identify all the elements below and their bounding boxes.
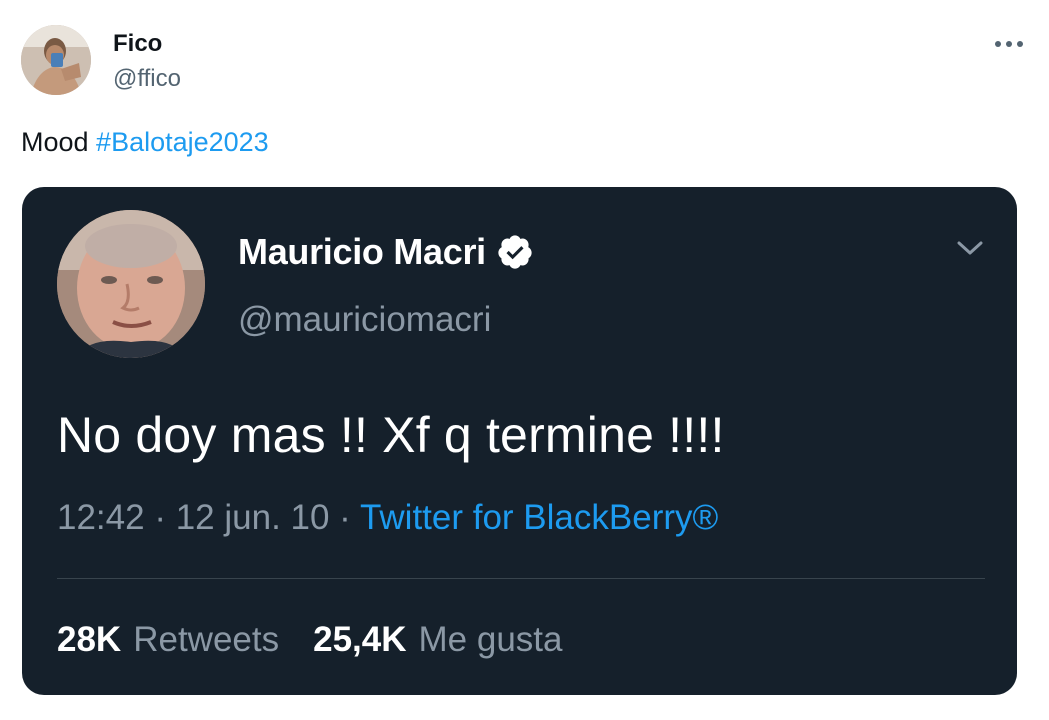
more-options-button[interactable] <box>991 32 1027 56</box>
quoted-author-handle[interactable]: @mauriciomacri <box>238 299 491 341</box>
likes-stat[interactable]: 25,4K Me gusta <box>313 619 562 661</box>
tweet-text: Mood #Balotaje2023 <box>21 126 269 158</box>
quoted-tweet-meta: 12:42 · 12 jun. 10 · Twitter for BlackBe… <box>57 497 718 539</box>
hashtag-link[interactable]: #Balotaje2023 <box>96 127 269 157</box>
likes-count: 25,4K <box>313 620 407 659</box>
author-name[interactable]: Fico <box>113 30 162 58</box>
meta-separator: · <box>144 498 176 537</box>
more-horizontal-icon <box>995 41 1023 47</box>
quoted-tweet-stats: 28K Retweets 25,4K Me gusta <box>57 619 563 661</box>
verified-badge-icon <box>498 235 532 269</box>
tweet-date[interactable]: 12 jun. 10 <box>176 498 330 537</box>
likes-label: Me gusta <box>418 620 563 659</box>
tweet-text-content: Mood <box>21 127 97 157</box>
person-photo-avatar-icon <box>57 210 205 358</box>
author-handle[interactable]: @ffico <box>113 65 181 93</box>
quoted-author-name-row: Mauricio Macri <box>238 231 534 273</box>
quoted-author-name[interactable]: Mauricio Macri <box>238 231 486 273</box>
retweets-count: 28K <box>57 620 122 659</box>
card-divider <box>57 578 985 579</box>
quoted-tweet-card[interactable]: Mauricio Macri @mauriciomacri No doy mas… <box>22 187 1017 695</box>
meta-separator: · <box>329 498 360 537</box>
tweet-source-link[interactable]: Twitter for BlackBerry® <box>360 498 718 537</box>
quoted-author-avatar[interactable] <box>57 210 205 358</box>
retweets-label: Retweets <box>133 620 280 659</box>
tweet-time[interactable]: 12:42 <box>57 498 145 537</box>
user-photo-avatar-icon <box>21 25 91 95</box>
retweets-stat[interactable]: 28K Retweets <box>57 619 279 661</box>
quoted-tweet-body: No doy mas !! Xf q termine !!!! <box>57 407 725 463</box>
chevron-down-icon[interactable] <box>955 237 985 259</box>
author-avatar[interactable] <box>21 25 91 95</box>
